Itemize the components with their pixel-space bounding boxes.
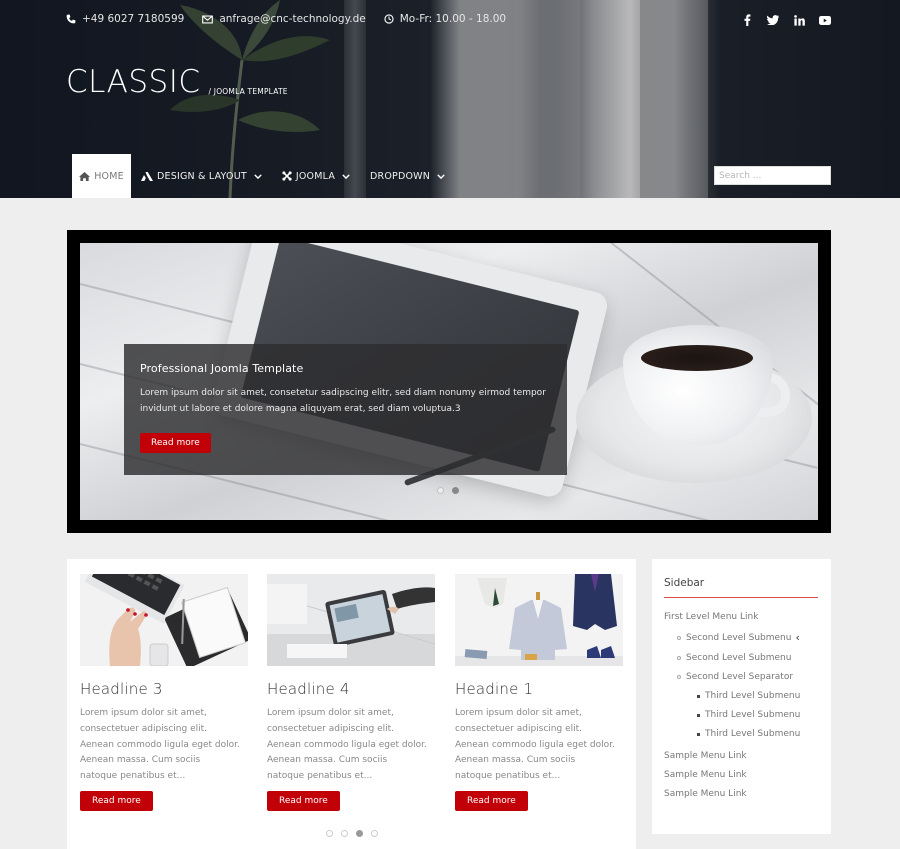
site-header: +49 6027 7180599 anfrage@cnc-technology.… bbox=[0, 0, 900, 198]
social-links bbox=[740, 13, 832, 27]
envelope-icon bbox=[202, 15, 214, 23]
second-level-link[interactable]: Second Level Submenu bbox=[686, 633, 791, 643]
sidebar-item-first-level: First Level Menu Link Second Level Subme… bbox=[664, 612, 818, 739]
chevron-down-icon bbox=[254, 173, 262, 179]
article-image-laptop[interactable] bbox=[80, 574, 248, 666]
nav-item-joomla[interactable]: JOOMLA bbox=[272, 154, 360, 198]
third-level-link[interactable]: Third Level Submenu bbox=[705, 729, 800, 739]
third-level-link[interactable]: Third Level Submenu bbox=[705, 691, 800, 701]
article-excerpt: Lorem ipsum dolor sit amet, consectetuer… bbox=[455, 708, 615, 782]
second-level-menu: Second Level Submenu ‹ Second Level Subme… bbox=[677, 631, 818, 682]
article-excerpt: Lorem ipsum dolor sit amet, consectetuer… bbox=[267, 708, 427, 782]
nav-item-label: HOME bbox=[94, 170, 124, 182]
slide-caption: Professional Joomla Template Lorem ipsum… bbox=[124, 344, 567, 475]
sample-menu-link[interactable]: Sample Menu Link bbox=[664, 789, 747, 799]
slider-dot-active[interactable] bbox=[452, 487, 459, 494]
third-level-link[interactable]: Third Level Submenu bbox=[705, 710, 800, 720]
slide-title: Professional Joomla Template bbox=[140, 362, 304, 375]
third-level-menu: Third Level Submenu Third Level Submenu … bbox=[697, 691, 818, 739]
facebook-icon[interactable] bbox=[740, 13, 754, 27]
articles-section: Headline 3 Lorem ipsum dolor sit amet, c… bbox=[67, 559, 636, 849]
nav-item-design-layout[interactable]: DESIGN & LAYOUT bbox=[131, 154, 272, 198]
article-read-more-button[interactable]: Read more bbox=[267, 790, 340, 811]
article-excerpt: Lorem ipsum dolor sit amet, consectetuer… bbox=[80, 708, 240, 782]
article-headline[interactable]: Headline 3 bbox=[80, 680, 248, 698]
design-icon bbox=[141, 171, 153, 181]
clock-icon bbox=[384, 14, 394, 24]
site-logo[interactable]: CLASSIC / JOOMLA TEMPLATE bbox=[66, 64, 288, 100]
slide-text: Lorem ipsum dolor sit amet, consetetur s… bbox=[140, 388, 546, 414]
second-level-link[interactable]: Second Level Submenu bbox=[686, 653, 791, 663]
sidebar-item-sample: Sample Menu Link bbox=[664, 770, 818, 780]
article-image-suit[interactable] bbox=[455, 574, 623, 666]
contact-bar: +49 6027 7180599 anfrage@cnc-technology.… bbox=[66, 13, 524, 25]
nav-item-dropdown[interactable]: DROPDOWN bbox=[360, 154, 455, 198]
articles-page-dot-active[interactable] bbox=[356, 830, 363, 837]
articles-page-dot[interactable] bbox=[371, 830, 378, 837]
first-level-link[interactable]: First Level Menu Link bbox=[664, 612, 758, 622]
nav-item-home[interactable]: HOME bbox=[72, 154, 131, 198]
site-title: CLASSIC bbox=[66, 64, 201, 100]
twitter-icon[interactable] bbox=[766, 13, 780, 27]
slider-pagination bbox=[437, 487, 459, 494]
sample-menu-link[interactable]: Sample Menu Link bbox=[664, 770, 747, 780]
second-level-separator: Second Level Separator bbox=[686, 672, 794, 682]
article-card: Headine 1 Lorem ipsum dolor sit amet, co… bbox=[455, 574, 623, 811]
main-nav: HOME DESIGN & LAYOUT JOOMLA DROPDOWN bbox=[72, 154, 455, 198]
slide-read-more-button[interactable]: Read more bbox=[140, 433, 211, 453]
linkedin-icon[interactable] bbox=[792, 13, 806, 27]
article-image-tablet[interactable] bbox=[267, 574, 435, 666]
slider-dot[interactable] bbox=[437, 487, 444, 494]
site-subtitle: / JOOMLA TEMPLATE bbox=[208, 87, 288, 96]
article-card: Headline 4 Lorem ipsum dolor sit amet, c… bbox=[267, 574, 435, 811]
article-card: Headline 3 Lorem ipsum dolor sit amet, c… bbox=[80, 574, 248, 811]
nav-item-label: DROPDOWN bbox=[370, 170, 431, 182]
email-address: anfrage@cnc-technology.de bbox=[219, 13, 366, 25]
contact-hours: Mo-Fr: 10.00 - 18.00 bbox=[384, 13, 506, 25]
chevron-down-icon bbox=[437, 173, 445, 179]
header-bg-pillar bbox=[640, 0, 708, 198]
sidebar-title: Sidebar bbox=[664, 577, 818, 598]
phone-number: +49 6027 7180599 bbox=[82, 13, 185, 25]
nav-item-label: JOOMLA bbox=[295, 170, 336, 182]
sidebar-item-sample: Sample Menu Link bbox=[664, 751, 818, 761]
article-read-more-button[interactable]: Read more bbox=[80, 790, 153, 811]
articles-page-dot[interactable] bbox=[326, 830, 333, 837]
sidebar: Sidebar First Level Menu Link Second Lev… bbox=[652, 559, 831, 834]
nav-item-label: DESIGN & LAYOUT bbox=[157, 170, 247, 182]
search-input[interactable] bbox=[714, 166, 831, 185]
sidebar-item-sample: Sample Menu Link bbox=[664, 789, 818, 799]
article-headline[interactable]: Headine 1 bbox=[455, 680, 623, 698]
article-read-more-button[interactable]: Read more bbox=[455, 790, 528, 811]
chevron-down-icon bbox=[342, 173, 350, 179]
sample-menu-link[interactable]: Sample Menu Link bbox=[664, 751, 747, 761]
articles-pagination bbox=[326, 830, 378, 837]
contact-phone[interactable]: +49 6027 7180599 bbox=[66, 13, 184, 25]
home-icon bbox=[79, 171, 91, 181]
phone-icon bbox=[66, 14, 76, 24]
opening-hours: Mo-Fr: 10.00 - 18.00 bbox=[399, 13, 507, 25]
youtube-icon[interactable] bbox=[818, 13, 832, 27]
article-headline[interactable]: Headline 4 bbox=[267, 680, 435, 698]
contact-email[interactable]: anfrage@cnc-technology.de bbox=[202, 13, 366, 25]
articles-page-dot[interactable] bbox=[341, 830, 348, 837]
sidebar-menu: First Level Menu Link Second Level Subme… bbox=[664, 612, 818, 799]
chevron-left-icon[interactable]: ‹ bbox=[795, 631, 799, 644]
joomla-icon bbox=[282, 171, 292, 181]
